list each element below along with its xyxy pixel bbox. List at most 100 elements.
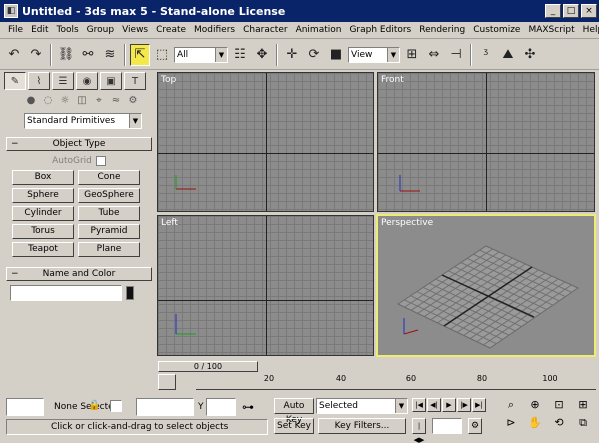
scale-icon[interactable]: ■ xyxy=(326,44,346,66)
zoom-extents-icon[interactable]: ⊡ xyxy=(548,398,570,414)
select-and-move-icon[interactable]: ✥ xyxy=(252,44,272,66)
current-frame-field[interactable] xyxy=(432,418,462,434)
auto-key-button[interactable]: Auto Key xyxy=(274,398,314,425)
menu-modifiers[interactable]: Modifiers xyxy=(190,25,239,35)
menu-character[interactable]: Character xyxy=(239,25,291,35)
reference-coordinate-dropdown[interactable]: View ▼ xyxy=(348,46,400,63)
next-frame-icon[interactable]: |▶ xyxy=(457,398,471,412)
viewport-left-label[interactable]: Left xyxy=(161,218,178,228)
menu-animation[interactable]: Animation xyxy=(292,25,346,35)
viewport-top[interactable]: Top xyxy=(157,72,374,212)
lights-icon[interactable]: ☼ xyxy=(58,93,72,107)
maxscript-listener[interactable] xyxy=(6,398,44,416)
menu-edit[interactable]: Edit xyxy=(27,25,52,35)
snap-toggle-icon[interactable]: ᶾ xyxy=(476,44,496,66)
tube-button[interactable]: Tube xyxy=(78,206,140,221)
category-dropdown[interactable]: Standard Primitives ▼ xyxy=(24,113,142,129)
utilities-tab-icon[interactable]: T xyxy=(124,72,146,90)
lock-selection-icon[interactable]: 🔒 xyxy=(88,400,100,414)
track-bar[interactable]: 20 40 60 80 100 xyxy=(158,374,596,394)
torus-button[interactable]: Torus xyxy=(12,224,74,239)
previous-frame-icon[interactable]: ◀| xyxy=(427,398,441,412)
geosphere-button[interactable]: GeoSphere xyxy=(78,188,140,203)
motion-tab-icon[interactable]: ◉ xyxy=(76,72,98,90)
cone-button[interactable]: Cone xyxy=(78,170,140,185)
rotate-icon[interactable]: ⟳ xyxy=(304,44,324,66)
quick-render-icon[interactable]: ✣ xyxy=(520,44,540,66)
teapot-button[interactable]: Teapot xyxy=(12,242,74,257)
menu-rendering[interactable]: Rendering xyxy=(415,25,469,35)
select-by-name-icon[interactable]: ☷ xyxy=(230,44,250,66)
systems-icon[interactable]: ⚙ xyxy=(126,93,140,107)
menu-group[interactable]: Group xyxy=(83,25,118,35)
zoom-icon[interactable]: ⌕ xyxy=(500,398,522,414)
menu-graph-editors[interactable]: Graph Editors xyxy=(345,25,415,35)
key-mode-dropdown[interactable]: Selected ▼ xyxy=(316,398,408,414)
zoom-extents-all-icon[interactable]: ⊞ xyxy=(572,398,594,414)
select-object-icon[interactable]: ⇱ xyxy=(130,43,150,66)
create-tab-icon[interactable]: ✎ xyxy=(4,72,26,90)
set-key-button[interactable]: Set Key xyxy=(274,418,314,434)
menu-file[interactable]: File xyxy=(4,25,27,35)
object-color-swatch[interactable] xyxy=(126,286,134,300)
shapes-icon[interactable]: ◌ xyxy=(41,93,55,107)
zoom-all-icon[interactable]: ⊕ xyxy=(524,398,546,414)
undo-icon[interactable]: ↶ xyxy=(4,44,24,66)
play-icon[interactable]: ▶ xyxy=(442,398,456,412)
viewport-front-label[interactable]: Front xyxy=(381,75,404,85)
name-and-color-rollout-title[interactable]: − Name and Color xyxy=(6,267,152,281)
x-coordinate-field[interactable] xyxy=(136,398,194,416)
viewport-top-label[interactable]: Top xyxy=(161,75,176,85)
menu-views[interactable]: Views xyxy=(118,25,152,35)
key-mode-toggle-icon[interactable]: |◀▶ xyxy=(412,418,426,443)
menu-customize[interactable]: Customize xyxy=(469,25,524,35)
geometry-icon[interactable]: ● xyxy=(24,93,38,107)
key-filters-button[interactable]: Key Filters... xyxy=(318,418,406,434)
menu-maxscript[interactable]: MAXScript xyxy=(524,25,578,35)
go-to-start-icon[interactable]: |◀ xyxy=(412,398,426,412)
viewport-perspective[interactable]: Perspective xyxy=(376,214,596,357)
object-type-rollout-title[interactable]: − Object Type xyxy=(6,137,152,151)
field-of-view-icon[interactable]: ⊳ xyxy=(500,416,522,432)
maximize-button[interactable]: □ xyxy=(563,4,579,18)
arc-rotate-icon[interactable]: ⟲ xyxy=(548,416,570,432)
display-tab-icon[interactable]: ▣ xyxy=(100,72,122,90)
menu-tools[interactable]: Tools xyxy=(53,25,83,35)
unlink-icon[interactable]: ⚯ xyxy=(78,44,98,66)
curve-editor-icon[interactable] xyxy=(158,374,176,390)
y-coordinate-field[interactable] xyxy=(206,398,236,416)
minimize-button[interactable]: _ xyxy=(545,4,561,18)
box-button[interactable]: Box xyxy=(12,170,74,185)
cameras-icon[interactable]: ◫ xyxy=(75,93,89,107)
pyramid-button[interactable]: Pyramid xyxy=(78,224,140,239)
bind-space-warp-icon[interactable]: ≋ xyxy=(100,44,120,66)
render-scene-icon[interactable]: ⛰ xyxy=(498,44,518,66)
viewport-front[interactable]: Front xyxy=(377,72,595,212)
menu-create[interactable]: Create xyxy=(152,25,190,35)
key-icon[interactable]: ⊶ xyxy=(242,400,262,414)
object-name-input[interactable] xyxy=(10,285,122,301)
time-slider[interactable]: 0 / 100 xyxy=(158,361,258,372)
sphere-button[interactable]: Sphere xyxy=(12,188,74,203)
cylinder-button[interactable]: Cylinder xyxy=(12,206,74,221)
hierarchy-tab-icon[interactable]: ☰ xyxy=(52,72,74,90)
redo-icon[interactable]: ↷ xyxy=(26,44,46,66)
selection-filter-dropdown[interactable]: All ▼ xyxy=(174,46,228,63)
pan-icon[interactable]: ✋ xyxy=(524,416,546,432)
move-icon[interactable]: ✛ xyxy=(282,44,302,66)
select-and-link-icon[interactable]: ⛓ xyxy=(56,44,76,66)
menu-help[interactable]: Help xyxy=(579,25,599,35)
plane-button[interactable]: Plane xyxy=(78,242,140,257)
autogrid-checkbox[interactable] xyxy=(95,156,106,166)
maximize-viewport-icon[interactable]: ⧉ xyxy=(572,416,594,432)
mirror-icon[interactable]: ⇔ xyxy=(424,44,444,66)
viewport-left[interactable]: Left xyxy=(157,215,374,356)
app-icon[interactable]: ◧ xyxy=(4,4,18,18)
modify-tab-icon[interactable]: ⌇ xyxy=(28,72,50,90)
go-to-end-icon[interactable]: ▶| xyxy=(472,398,486,412)
align-icon[interactable]: ⊣ xyxy=(446,44,466,66)
pivot-center-icon[interactable]: ⊞ xyxy=(402,44,422,66)
select-region-icon[interactable]: ⬚ xyxy=(152,44,172,66)
helpers-icon[interactable]: ⌖ xyxy=(92,93,106,107)
close-button[interactable]: × xyxy=(581,4,597,18)
